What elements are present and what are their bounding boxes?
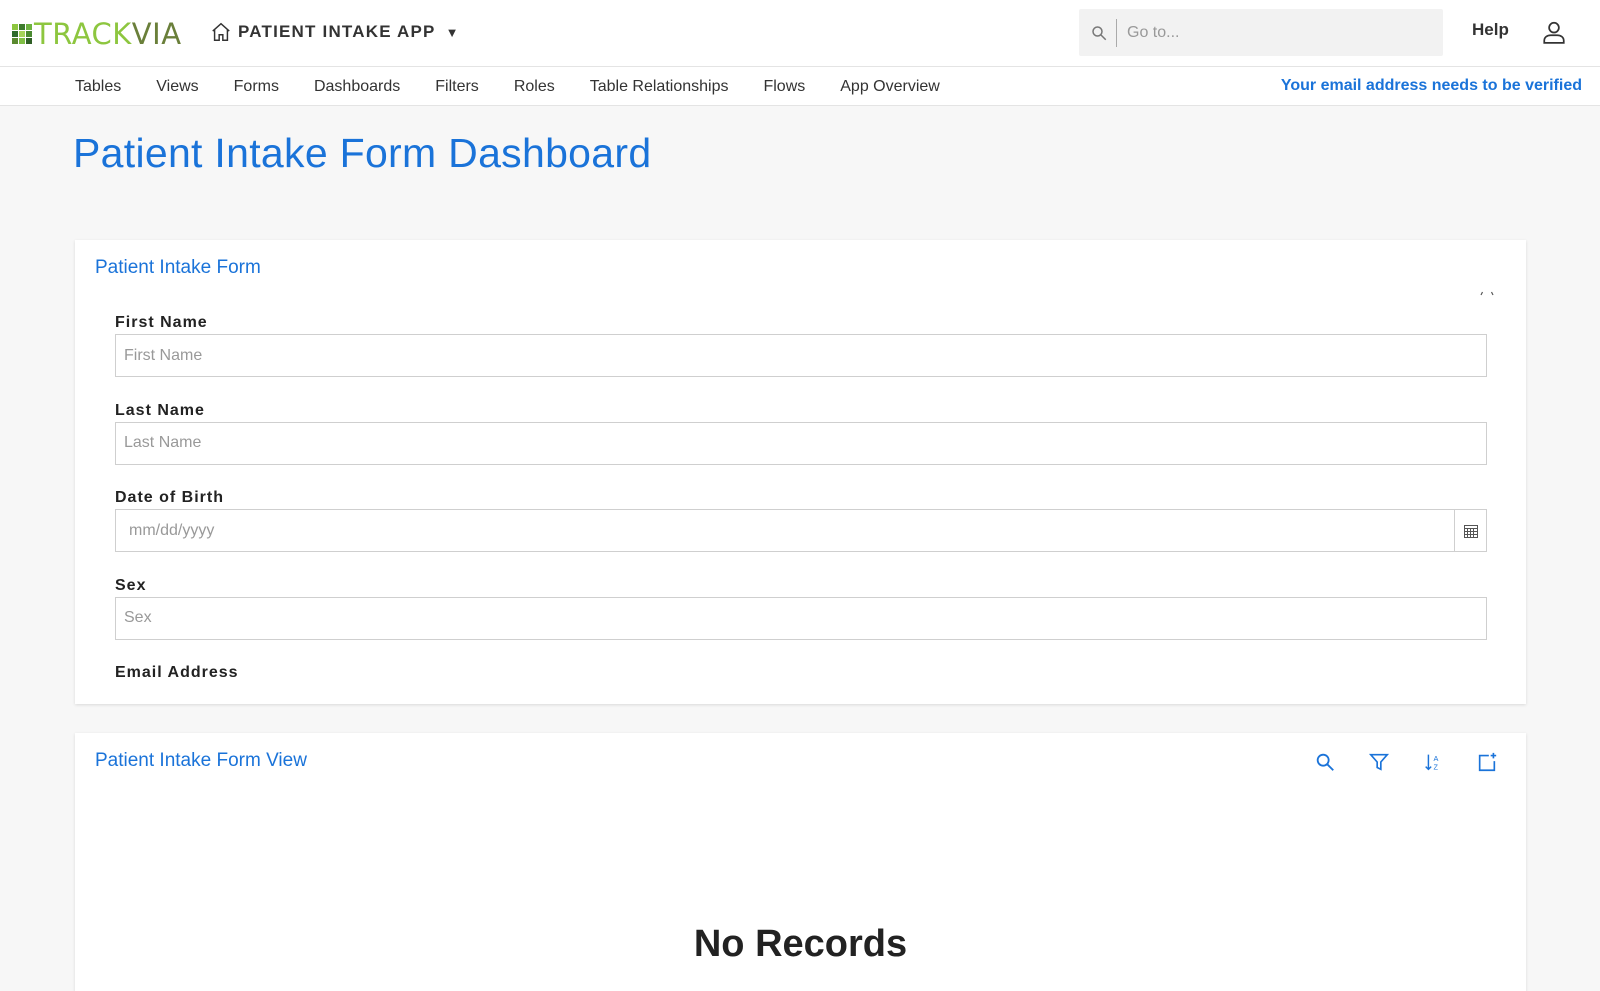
date-of-birth-input[interactable] (116, 510, 1454, 551)
app-switcher[interactable]: PATIENT INTAKE APP ▼ (210, 18, 458, 46)
date-of-birth-field (115, 509, 1487, 552)
user-icon[interactable] (1541, 19, 1567, 45)
form-scroll-area[interactable]: First Name Last Name Date of Birth S (115, 312, 1487, 682)
field-email-address: Email Address (115, 662, 1487, 682)
field-label: Last Name (115, 401, 205, 419)
view-widget: Patient Intake Form View A Z No Records (75, 733, 1526, 991)
sort-icon[interactable]: A Z (1422, 751, 1444, 773)
collapse-icon[interactable] (1479, 290, 1495, 296)
search-icon (1092, 25, 1107, 40)
main-nav: Tables Views Forms Dashboards Filters Ro… (0, 67, 1600, 106)
logo-grid-icon (12, 24, 32, 44)
empty-state-message: No Records (693, 923, 908, 965)
nav-item-views[interactable]: Views (156, 78, 198, 96)
page-title: Patient Intake Form Dashboard (73, 130, 652, 176)
goto-search[interactable] (1079, 9, 1443, 56)
field-label: Email Address (115, 664, 239, 681)
calendar-icon (1463, 524, 1478, 538)
search-divider (1116, 18, 1117, 47)
nav-item-filters[interactable]: Filters (435, 78, 479, 96)
nav-item-dashboards[interactable]: Dashboards (314, 78, 400, 96)
field-label: Sex (115, 576, 147, 594)
top-header: TRACKVIA PATIENT INTAKE APP ▼ Help (0, 0, 1600, 67)
nav-item-roles[interactable]: Roles (514, 78, 555, 96)
filter-icon[interactable] (1368, 751, 1390, 773)
search-icon[interactable] (1314, 751, 1336, 773)
home-icon (212, 22, 230, 41)
svg-text:Z: Z (1433, 762, 1438, 771)
calendar-button[interactable] (1454, 510, 1486, 551)
verify-email-link[interactable]: Your email address needs to be verified (1281, 77, 1582, 95)
view-widget-title[interactable]: Patient Intake Form View (95, 750, 307, 772)
field-label: First Name (115, 314, 208, 331)
field-first-name: First Name (115, 312, 1487, 400)
app-name: PATIENT INTAKE APP (238, 22, 436, 41)
form-widget: Patient Intake Form First Name Last Name… (75, 240, 1526, 704)
sex-input[interactable] (115, 596, 1487, 640)
view-toolbar: A Z (1282, 751, 1498, 773)
field-label: Date of Birth (115, 489, 224, 506)
nav-item-table-relationships[interactable]: Table Relationships (590, 78, 729, 96)
nav-item-app-overview[interactable]: App Overview (840, 78, 940, 96)
logo-text: TRACKVIA (34, 17, 182, 51)
first-name-input[interactable] (115, 334, 1487, 377)
field-date-of-birth: Date of Birth (115, 487, 1487, 575)
add-record-icon[interactable] (1476, 751, 1498, 773)
nav-item-forms[interactable]: Forms (234, 78, 279, 96)
trackvia-logo[interactable]: TRACKVIA (12, 18, 182, 50)
help-link[interactable]: Help (1472, 20, 1509, 40)
last-name-input[interactable] (115, 421, 1487, 465)
search-input[interactable] (1127, 23, 1417, 42)
field-last-name: Last Name (115, 400, 1487, 488)
form-widget-title[interactable]: Patient Intake Form (95, 257, 261, 279)
field-sex: Sex (115, 575, 1487, 663)
caret-down-icon: ▼ (445, 24, 459, 40)
nav-item-flows[interactable]: Flows (763, 78, 805, 96)
nav-item-tables[interactable]: Tables (75, 78, 121, 96)
